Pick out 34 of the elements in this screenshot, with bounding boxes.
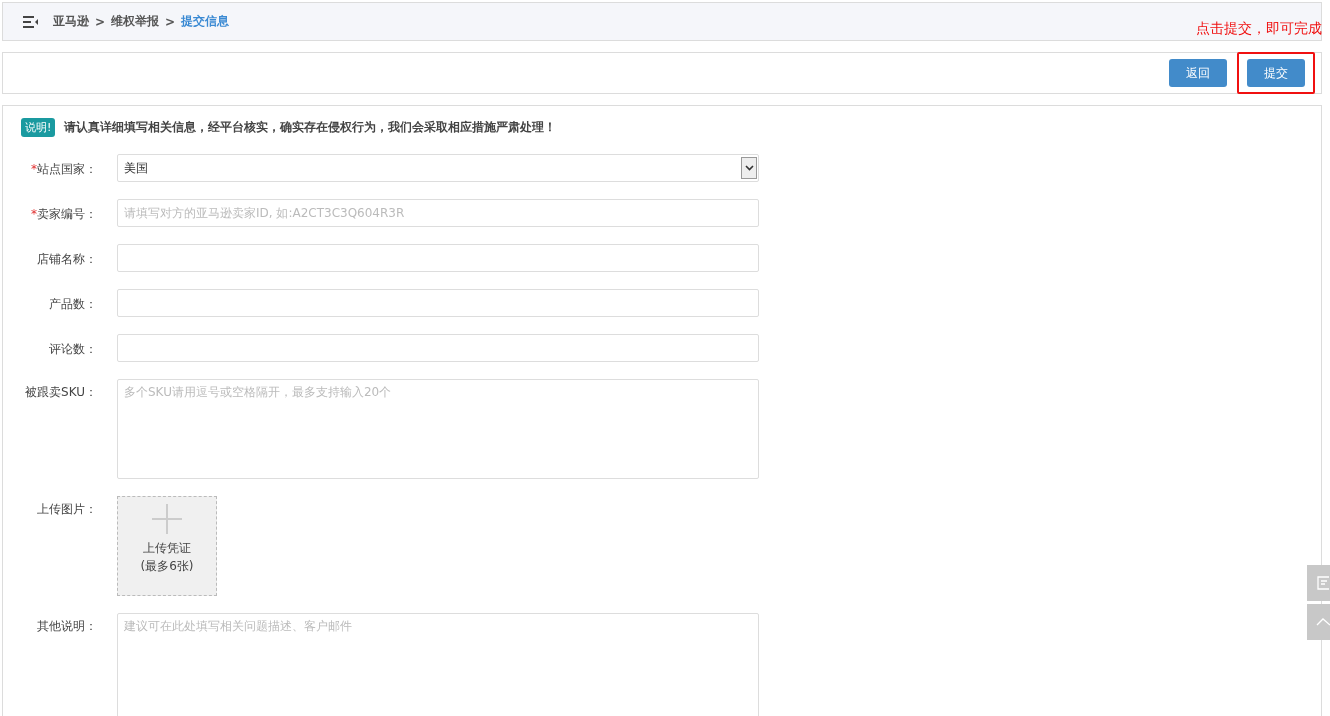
country-select[interactable]: 美国: [117, 154, 759, 182]
edit-note-icon: [1316, 575, 1330, 591]
field-label: 产品数：: [48, 296, 98, 313]
field-label: *站点国家：: [30, 161, 98, 178]
breadcrumb-item[interactable]: 亚马逊: [53, 13, 89, 30]
field-label: *卖家编号：: [30, 206, 98, 223]
input-field[interactable]: [117, 289, 759, 317]
input-field[interactable]: [117, 244, 759, 272]
chevron-up-icon: [1316, 617, 1330, 627]
field-label: 上传图片：: [36, 501, 98, 518]
text-area[interactable]: 多个SKU请用逗号或空格隔开，最多支持输入20个: [117, 379, 759, 479]
submit-button[interactable]: 提交: [1247, 59, 1305, 87]
input-field[interactable]: [117, 334, 759, 362]
breadcrumb-item[interactable]: 维权举报: [111, 13, 160, 30]
breadcrumb-separator: >: [95, 14, 106, 29]
plus-icon: [151, 503, 183, 535]
breadcrumb-item: 提交信息: [181, 13, 230, 30]
field-label: 其他说明：: [36, 618, 98, 635]
field-label: 店铺名称：: [36, 251, 98, 268]
back-button[interactable]: 返回: [1169, 59, 1227, 87]
annotation-text: 点击提交，即可完成: [1196, 20, 1322, 38]
feedback-side-button[interactable]: [1307, 565, 1330, 601]
caret-icon: [741, 157, 757, 179]
back-to-top-button[interactable]: [1307, 604, 1330, 640]
field-label: 评论数：: [48, 341, 98, 358]
field-label: 被跟卖SKU：: [24, 384, 98, 401]
input-field[interactable]: 请填写对方的亚马逊卖家ID, 如:A2CT3C3Q604R3R: [117, 199, 759, 227]
upload-tile[interactable]: 上传凭证 (最多6张): [117, 496, 217, 596]
upload-caption: 上传凭证 (最多6张): [140, 540, 194, 575]
notice-text: 请认真详细填写相关信息，经平台核实，确实存在侵权行为，我们会采取相应措施严肃处理！: [64, 119, 557, 136]
breadcrumb-separator: >: [165, 14, 176, 29]
menu-collapse-icon[interactable]: [23, 15, 39, 28]
text-area[interactable]: 建议可在此处填写相关问题描述、客户邮件: [117, 613, 759, 716]
notice-badge: 说明!: [21, 118, 56, 137]
